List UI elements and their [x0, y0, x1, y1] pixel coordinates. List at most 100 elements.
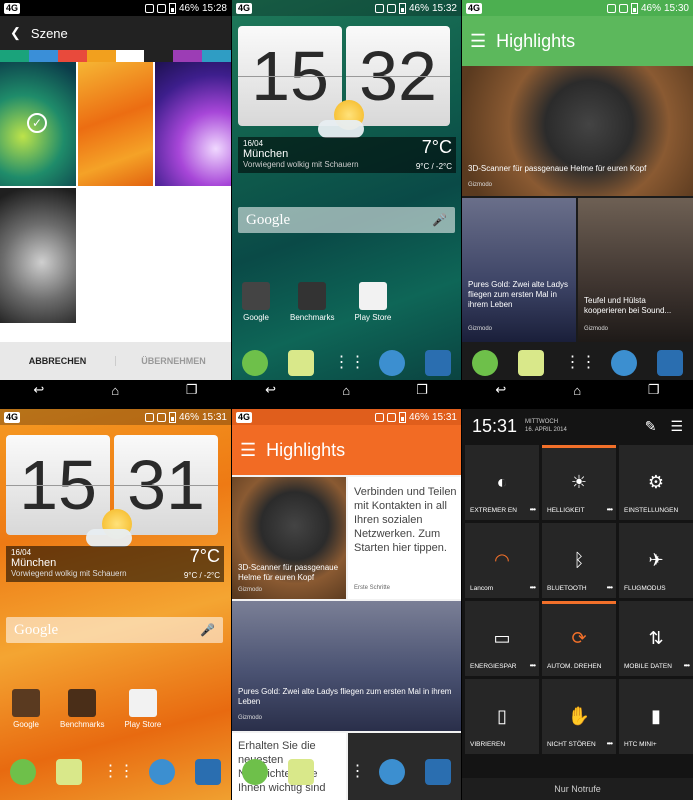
page-title: Szene — [30, 25, 68, 41]
wifi-icon: ◠ — [494, 550, 510, 570]
tile-airplane[interactable]: ✈ FLUGMODUS — [619, 523, 693, 598]
story-title: 3D-Scanner für passgenaue Helme für eure… — [468, 164, 647, 173]
menu-icon[interactable]: ☰ — [470, 31, 486, 52]
app-drawer-icon[interactable]: ⋮⋮ — [333, 350, 365, 376]
scene-thumb-purple[interactable] — [155, 62, 231, 186]
menu-icon[interactable]: ☰ — [240, 440, 256, 461]
nav-bar: ↩ ⌂ ❐ — [232, 380, 461, 400]
scene-thumb-fern[interactable] — [0, 188, 76, 323]
back-nav-icon[interactable]: ↩ — [33, 382, 44, 398]
messages-icon[interactable] — [518, 350, 545, 376]
more-icon[interactable]: ••• — [607, 739, 613, 748]
messages-icon[interactable] — [56, 759, 83, 785]
list-icon[interactable]: ☰ — [670, 418, 683, 435]
browser-icon[interactable] — [379, 350, 406, 376]
edit-icon[interactable]: ✎ — [645, 418, 657, 435]
status-bar: 4G 46% 15:31 — [232, 409, 461, 425]
more-icon[interactable]: ••• — [530, 661, 536, 670]
tile-do-not-disturb[interactable]: ✋ NICHT STÖREN ••• — [542, 679, 616, 754]
recents-nav-icon[interactable]: ❐ — [186, 382, 198, 398]
tile-brightness[interactable]: ☀ HELLIGKEIT ••• — [542, 445, 616, 520]
app-benchmarks[interactable]: Benchmarks — [290, 282, 334, 322]
weather-widget[interactable]: 16/04 München Vorwiegend wolkig mit Scha… — [238, 137, 456, 173]
quick-settings: 15:31 MITTWOCH 16. APRIL 2014 ✎ ☰ ◐ EXTRE… — [462, 409, 693, 800]
tile-label: EXTREMER EN — [470, 507, 517, 514]
app-play-store[interactable]: Play Store — [354, 282, 391, 322]
blinkfeed-green: 4G 46% 15:30 ☰ Highlights 3D-Scanner für… — [462, 0, 693, 400]
nav-bar: ↩ ⌂ ❐ — [0, 380, 231, 400]
back-nav-icon[interactable]: ↩ — [265, 382, 276, 398]
tile-bluetooth[interactable]: ᛒ BLUETOOTH ••• — [542, 523, 616, 598]
phone-icon[interactable] — [472, 350, 499, 376]
wifi-icon — [386, 412, 396, 422]
cancel-button[interactable]: ABBRECHEN — [0, 356, 115, 366]
apply-button[interactable]: ÜBERNEHMEN — [115, 356, 231, 366]
phone-icon[interactable] — [241, 350, 268, 376]
tile-htc-mini[interactable]: ▮ HTC MINI+ — [619, 679, 693, 754]
app-play-store[interactable]: Play Store — [124, 689, 161, 729]
status-bar: 4G 46% 15:30 — [462, 0, 693, 16]
recents-nav-icon[interactable]: ❐ — [416, 382, 428, 398]
tile-auto-rotate[interactable]: ⟳ AUTOM. DREHEN — [542, 601, 616, 676]
promo-tile[interactable]: Verbinden und Teilen mit Kontakten in al… — [348, 477, 461, 599]
story-tile-helmet[interactable]: 3D-Scanner für passgenaue Helme für eure… — [462, 66, 693, 196]
camera-icon[interactable] — [425, 759, 452, 785]
tile-label: BLUETOOTH — [547, 585, 587, 592]
app-google[interactable]: Google — [242, 282, 270, 322]
browser-icon[interactable] — [148, 759, 175, 785]
camera-icon[interactable] — [194, 759, 221, 785]
recents-nav-icon[interactable]: ❐ — [648, 382, 660, 398]
app-benchmarks[interactable]: Benchmarks — [60, 689, 104, 729]
phone-icon[interactable] — [241, 759, 268, 785]
story-tile-ladies[interactable]: Pures Gold: Zwei alte Ladys fliegen zum … — [232, 601, 461, 731]
app-google[interactable]: Google — [12, 689, 40, 729]
back-icon[interactable]: ❮ — [10, 25, 21, 41]
tile-settings[interactable]: ⚙ EINSTELLUNGEN — [619, 445, 693, 520]
home-nav-icon[interactable]: ⌂ — [111, 383, 119, 398]
story-tile-teufel[interactable]: Teufel und Hülsta kooperieren bei Sound.… — [578, 198, 693, 342]
messages-icon[interactable] — [287, 350, 314, 376]
mic-icon[interactable]: 🎤 — [432, 213, 447, 228]
tile-power-saver[interactable]: ▭ ENERGIESPAR ••• — [465, 601, 539, 676]
home-nav-icon[interactable]: ⌂ — [573, 383, 581, 398]
tile-vibrate[interactable]: ▯ VIBRIEREN — [465, 679, 539, 754]
more-icon[interactable]: ••• — [607, 583, 613, 592]
more-icon[interactable]: ••• — [607, 505, 613, 514]
tile-power-saver-extreme[interactable]: ◐ EXTREMER EN ••• — [465, 445, 539, 520]
status-bar: 4G 46% 15:32 — [232, 0, 461, 16]
story-tile-ladies[interactable]: Pures Gold: Zwei alte Ladys fliegen zum … — [462, 198, 576, 342]
google-search-bar[interactable]: Google 🎤 — [238, 207, 455, 233]
weather-widget[interactable]: 16/04 München Vorwiegend wolkig mit Scha… — [6, 546, 224, 582]
scene-header: ❮ Szene — [0, 16, 231, 50]
app-drawer-icon[interactable]: ⋮⋮ — [333, 759, 365, 785]
back-nav-icon[interactable]: ↩ — [495, 382, 506, 398]
browser-icon[interactable] — [610, 350, 637, 376]
battery-percent: 46% — [408, 2, 429, 14]
more-icon[interactable]: ••• — [530, 583, 536, 592]
benchmarks-folder-icon — [298, 282, 327, 310]
phone-icon[interactable] — [10, 759, 37, 785]
app-row: Google Benchmarks Play Store — [242, 282, 391, 322]
scene-thumb-orange[interactable] — [78, 62, 153, 186]
camera-icon[interactable] — [656, 350, 683, 376]
browser-icon[interactable] — [379, 759, 406, 785]
google-logo: Google — [14, 621, 59, 638]
story-tile-helmet[interactable]: 3D-Scanner für passgenaue Helme für eure… — [232, 477, 346, 599]
tile-wifi[interactable]: ◠ Lancom ••• — [465, 523, 539, 598]
mic-icon[interactable]: 🎤 — [200, 623, 215, 638]
home-nav-icon[interactable]: ⌂ — [342, 383, 350, 398]
more-icon[interactable]: ••• — [530, 505, 536, 514]
gear-icon: ⚙ — [647, 472, 665, 492]
app-drawer-icon[interactable]: ⋮⋮ — [102, 759, 134, 785]
tile-mobile-data[interactable]: ⇅ MOBILE DATEN ••• — [619, 601, 693, 676]
battery-icon — [168, 2, 176, 14]
selected-check-icon: ✓ — [27, 113, 47, 133]
phone-device-icon: ▮ — [651, 706, 661, 726]
more-icon[interactable]: ••• — [684, 661, 690, 670]
app-drawer-icon[interactable]: ⋮⋮ — [564, 350, 596, 376]
rotate-icon: ⟳ — [571, 628, 587, 648]
camera-icon[interactable] — [425, 350, 452, 376]
vibrate-icon — [374, 3, 384, 13]
google-search-bar[interactable]: Google 🎤 — [6, 617, 223, 643]
messages-icon[interactable] — [287, 759, 314, 785]
